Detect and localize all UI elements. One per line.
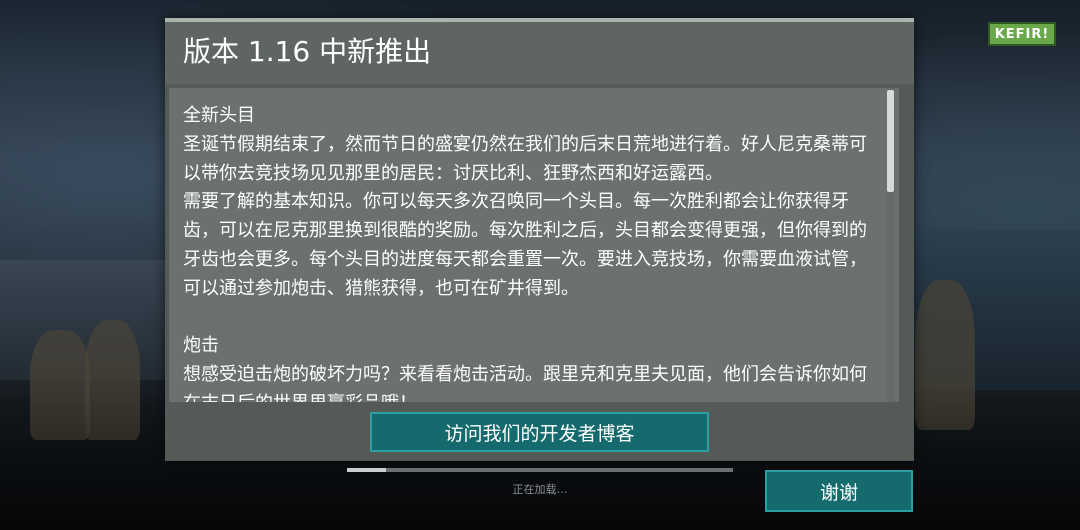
loading-progress-bar bbox=[347, 468, 733, 472]
kefir-logo: KEFIR! bbox=[988, 22, 1056, 46]
whats-new-dialog: 版本 1.16 中新推出 全新头目 圣诞节假期结束了，然而节日的盛宴仍然在我们的… bbox=[165, 18, 914, 461]
loading-text: 正在加载… bbox=[512, 483, 568, 496]
changelog-scroll-area[interactable]: 全新头目 圣诞节假期结束了，然而节日的盛宴仍然在我们的后末日荒地进行着。好人尼克… bbox=[169, 88, 899, 402]
scrollbar-thumb[interactable] bbox=[887, 90, 894, 192]
visit-dev-blog-button[interactable]: 访问我们的开发者博客 bbox=[370, 412, 709, 452]
dialog-header: 版本 1.16 中新推出 bbox=[165, 22, 914, 84]
thanks-button[interactable]: 谢谢 bbox=[765, 470, 913, 512]
changelog-text: 全新头目 圣诞节假期结束了，然而节日的盛宴仍然在我们的后末日荒地进行着。好人尼克… bbox=[183, 105, 867, 402]
dialog-title: 版本 1.16 中新推出 bbox=[183, 35, 432, 68]
loading-progress-fill bbox=[347, 468, 386, 472]
